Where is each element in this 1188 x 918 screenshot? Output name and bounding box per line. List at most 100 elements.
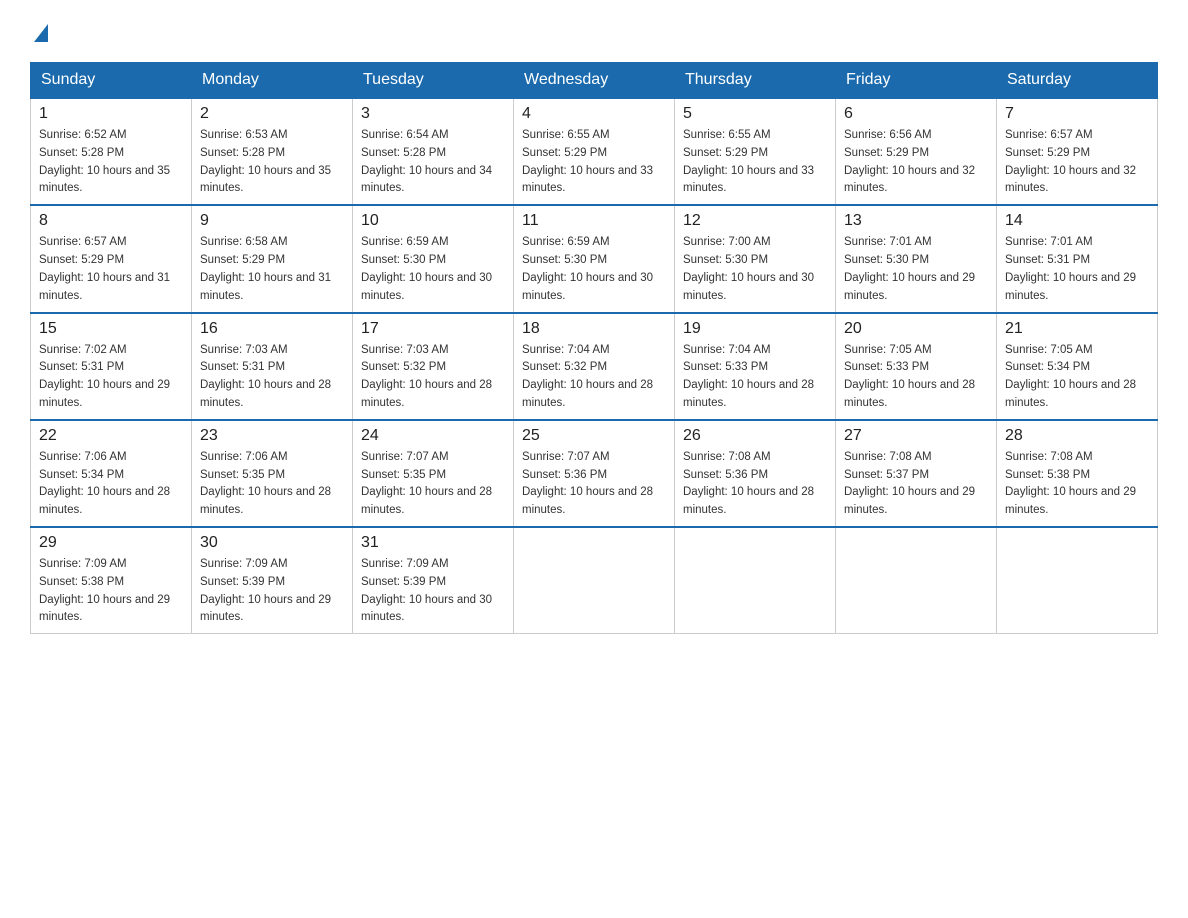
logo-arrow-icon bbox=[34, 24, 48, 42]
calendar-cell: 17 Sunrise: 7:03 AM Sunset: 5:32 PM Dayl… bbox=[353, 313, 514, 420]
calendar-cell: 3 Sunrise: 6:54 AM Sunset: 5:28 PM Dayli… bbox=[353, 98, 514, 205]
day-number: 18 bbox=[522, 320, 666, 338]
day-number: 15 bbox=[39, 320, 183, 338]
day-info: Sunrise: 7:06 AM Sunset: 5:34 PM Dayligh… bbox=[39, 449, 183, 520]
day-number: 28 bbox=[1005, 427, 1149, 445]
day-info: Sunrise: 7:05 AM Sunset: 5:33 PM Dayligh… bbox=[844, 342, 988, 413]
week-row-2: 8 Sunrise: 6:57 AM Sunset: 5:29 PM Dayli… bbox=[31, 205, 1158, 312]
day-info: Sunrise: 6:55 AM Sunset: 5:29 PM Dayligh… bbox=[522, 127, 666, 198]
calendar-cell: 27 Sunrise: 7:08 AM Sunset: 5:37 PM Dayl… bbox=[836, 420, 997, 527]
col-tuesday: Tuesday bbox=[353, 63, 514, 99]
logo bbox=[30, 20, 48, 42]
calendar-cell: 31 Sunrise: 7:09 AM Sunset: 5:39 PM Dayl… bbox=[353, 527, 514, 634]
day-number: 31 bbox=[361, 534, 505, 552]
day-info: Sunrise: 6:59 AM Sunset: 5:30 PM Dayligh… bbox=[522, 234, 666, 305]
day-number: 26 bbox=[683, 427, 827, 445]
calendar-cell: 18 Sunrise: 7:04 AM Sunset: 5:32 PM Dayl… bbox=[514, 313, 675, 420]
day-info: Sunrise: 6:52 AM Sunset: 5:28 PM Dayligh… bbox=[39, 127, 183, 198]
day-number: 21 bbox=[1005, 320, 1149, 338]
calendar-cell: 30 Sunrise: 7:09 AM Sunset: 5:39 PM Dayl… bbox=[192, 527, 353, 634]
calendar-table: Sunday Monday Tuesday Wednesday Thursday… bbox=[30, 62, 1158, 634]
day-number: 20 bbox=[844, 320, 988, 338]
calendar-cell: 9 Sunrise: 6:58 AM Sunset: 5:29 PM Dayli… bbox=[192, 205, 353, 312]
calendar-cell: 16 Sunrise: 7:03 AM Sunset: 5:31 PM Dayl… bbox=[192, 313, 353, 420]
day-info: Sunrise: 6:57 AM Sunset: 5:29 PM Dayligh… bbox=[39, 234, 183, 305]
day-info: Sunrise: 7:02 AM Sunset: 5:31 PM Dayligh… bbox=[39, 342, 183, 413]
day-number: 1 bbox=[39, 105, 183, 123]
calendar-cell bbox=[836, 527, 997, 634]
day-number: 10 bbox=[361, 212, 505, 230]
day-info: Sunrise: 6:55 AM Sunset: 5:29 PM Dayligh… bbox=[683, 127, 827, 198]
calendar-cell bbox=[997, 527, 1158, 634]
day-info: Sunrise: 7:08 AM Sunset: 5:36 PM Dayligh… bbox=[683, 449, 827, 520]
day-info: Sunrise: 7:06 AM Sunset: 5:35 PM Dayligh… bbox=[200, 449, 344, 520]
day-info: Sunrise: 7:09 AM Sunset: 5:38 PM Dayligh… bbox=[39, 556, 183, 627]
col-sunday: Sunday bbox=[31, 63, 192, 99]
day-info: Sunrise: 6:58 AM Sunset: 5:29 PM Dayligh… bbox=[200, 234, 344, 305]
calendar-cell: 13 Sunrise: 7:01 AM Sunset: 5:30 PM Dayl… bbox=[836, 205, 997, 312]
day-info: Sunrise: 7:07 AM Sunset: 5:35 PM Dayligh… bbox=[361, 449, 505, 520]
calendar-cell: 8 Sunrise: 6:57 AM Sunset: 5:29 PM Dayli… bbox=[31, 205, 192, 312]
day-info: Sunrise: 7:07 AM Sunset: 5:36 PM Dayligh… bbox=[522, 449, 666, 520]
day-number: 7 bbox=[1005, 105, 1149, 123]
day-info: Sunrise: 6:56 AM Sunset: 5:29 PM Dayligh… bbox=[844, 127, 988, 198]
day-info: Sunrise: 7:01 AM Sunset: 5:30 PM Dayligh… bbox=[844, 234, 988, 305]
day-number: 13 bbox=[844, 212, 988, 230]
calendar-cell: 10 Sunrise: 6:59 AM Sunset: 5:30 PM Dayl… bbox=[353, 205, 514, 312]
calendar-cell: 5 Sunrise: 6:55 AM Sunset: 5:29 PM Dayli… bbox=[675, 98, 836, 205]
day-info: Sunrise: 7:01 AM Sunset: 5:31 PM Dayligh… bbox=[1005, 234, 1149, 305]
week-row-3: 15 Sunrise: 7:02 AM Sunset: 5:31 PM Dayl… bbox=[31, 313, 1158, 420]
calendar-cell: 14 Sunrise: 7:01 AM Sunset: 5:31 PM Dayl… bbox=[997, 205, 1158, 312]
calendar-cell: 24 Sunrise: 7:07 AM Sunset: 5:35 PM Dayl… bbox=[353, 420, 514, 527]
calendar-cell: 28 Sunrise: 7:08 AM Sunset: 5:38 PM Dayl… bbox=[997, 420, 1158, 527]
calendar-cell: 1 Sunrise: 6:52 AM Sunset: 5:28 PM Dayli… bbox=[31, 98, 192, 205]
day-info: Sunrise: 6:54 AM Sunset: 5:28 PM Dayligh… bbox=[361, 127, 505, 198]
day-number: 6 bbox=[844, 105, 988, 123]
day-number: 2 bbox=[200, 105, 344, 123]
day-number: 30 bbox=[200, 534, 344, 552]
day-number: 12 bbox=[683, 212, 827, 230]
day-info: Sunrise: 6:57 AM Sunset: 5:29 PM Dayligh… bbox=[1005, 127, 1149, 198]
day-number: 29 bbox=[39, 534, 183, 552]
day-number: 24 bbox=[361, 427, 505, 445]
calendar-cell: 29 Sunrise: 7:09 AM Sunset: 5:38 PM Dayl… bbox=[31, 527, 192, 634]
week-row-5: 29 Sunrise: 7:09 AM Sunset: 5:38 PM Dayl… bbox=[31, 527, 1158, 634]
calendar-cell: 23 Sunrise: 7:06 AM Sunset: 5:35 PM Dayl… bbox=[192, 420, 353, 527]
day-number: 23 bbox=[200, 427, 344, 445]
day-number: 27 bbox=[844, 427, 988, 445]
day-number: 9 bbox=[200, 212, 344, 230]
logo-top bbox=[30, 20, 48, 42]
day-info: Sunrise: 7:09 AM Sunset: 5:39 PM Dayligh… bbox=[200, 556, 344, 627]
calendar-cell: 15 Sunrise: 7:02 AM Sunset: 5:31 PM Dayl… bbox=[31, 313, 192, 420]
day-info: Sunrise: 7:08 AM Sunset: 5:38 PM Dayligh… bbox=[1005, 449, 1149, 520]
day-info: Sunrise: 7:05 AM Sunset: 5:34 PM Dayligh… bbox=[1005, 342, 1149, 413]
day-number: 5 bbox=[683, 105, 827, 123]
calendar-cell: 21 Sunrise: 7:05 AM Sunset: 5:34 PM Dayl… bbox=[997, 313, 1158, 420]
day-info: Sunrise: 7:03 AM Sunset: 5:32 PM Dayligh… bbox=[361, 342, 505, 413]
day-info: Sunrise: 6:53 AM Sunset: 5:28 PM Dayligh… bbox=[200, 127, 344, 198]
day-info: Sunrise: 7:04 AM Sunset: 5:33 PM Dayligh… bbox=[683, 342, 827, 413]
day-number: 17 bbox=[361, 320, 505, 338]
week-row-1: 1 Sunrise: 6:52 AM Sunset: 5:28 PM Dayli… bbox=[31, 98, 1158, 205]
col-thursday: Thursday bbox=[675, 63, 836, 99]
calendar-header-row: Sunday Monday Tuesday Wednesday Thursday… bbox=[31, 63, 1158, 99]
calendar-cell: 2 Sunrise: 6:53 AM Sunset: 5:28 PM Dayli… bbox=[192, 98, 353, 205]
col-monday: Monday bbox=[192, 63, 353, 99]
col-saturday: Saturday bbox=[997, 63, 1158, 99]
calendar-cell: 19 Sunrise: 7:04 AM Sunset: 5:33 PM Dayl… bbox=[675, 313, 836, 420]
col-wednesday: Wednesday bbox=[514, 63, 675, 99]
calendar-cell: 25 Sunrise: 7:07 AM Sunset: 5:36 PM Dayl… bbox=[514, 420, 675, 527]
day-number: 11 bbox=[522, 212, 666, 230]
day-number: 4 bbox=[522, 105, 666, 123]
day-number: 14 bbox=[1005, 212, 1149, 230]
calendar-cell bbox=[675, 527, 836, 634]
day-info: Sunrise: 7:09 AM Sunset: 5:39 PM Dayligh… bbox=[361, 556, 505, 627]
day-number: 16 bbox=[200, 320, 344, 338]
calendar-cell: 7 Sunrise: 6:57 AM Sunset: 5:29 PM Dayli… bbox=[997, 98, 1158, 205]
calendar-cell: 11 Sunrise: 6:59 AM Sunset: 5:30 PM Dayl… bbox=[514, 205, 675, 312]
page-header bbox=[30, 20, 1158, 42]
day-info: Sunrise: 7:03 AM Sunset: 5:31 PM Dayligh… bbox=[200, 342, 344, 413]
day-info: Sunrise: 7:08 AM Sunset: 5:37 PM Dayligh… bbox=[844, 449, 988, 520]
day-info: Sunrise: 7:04 AM Sunset: 5:32 PM Dayligh… bbox=[522, 342, 666, 413]
week-row-4: 22 Sunrise: 7:06 AM Sunset: 5:34 PM Dayl… bbox=[31, 420, 1158, 527]
